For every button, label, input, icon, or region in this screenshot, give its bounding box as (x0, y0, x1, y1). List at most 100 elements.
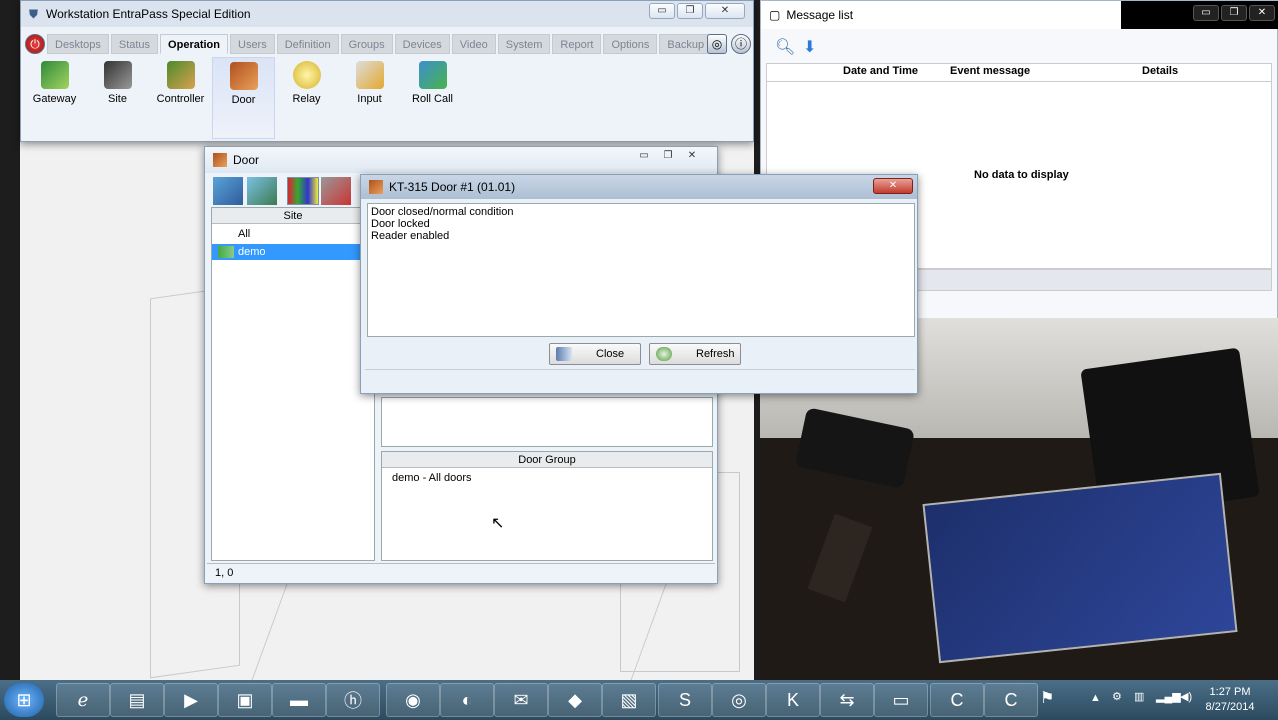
dialog-titlebar[interactable]: KT-315 Door #1 (01.01) ✕ (361, 175, 917, 199)
site-icon (103, 61, 132, 89)
arrow-down-icon[interactable]: ⬇ (803, 37, 816, 57)
tray-expand-icon[interactable]: ▲ (1090, 692, 1101, 704)
app-icon[interactable]: ▭ (874, 683, 928, 717)
info-icon[interactable]: ⓘ (731, 34, 751, 54)
entrapass-main-window: ⛊ Workstation EntraPass Special Edition … (20, 0, 754, 142)
door-group-panel: Door Group demo - All doors (381, 451, 713, 561)
app-icon[interactable]: ▧ (602, 683, 656, 717)
main-titlebar[interactable]: ⛊ Workstation EntraPass Special Edition … (21, 1, 753, 27)
entrapass-taskbar-icon[interactable]: K (766, 683, 820, 717)
tab-status[interactable]: Status (110, 34, 159, 54)
filter-icon[interactable] (321, 177, 351, 205)
door-icon (229, 62, 258, 90)
header-divider (766, 81, 1272, 82)
tab-system[interactable]: System (497, 34, 551, 54)
tool-label: Gateway (32, 93, 77, 105)
teamviewer-icon[interactable]: ⇆ (820, 683, 874, 717)
list-view-icon[interactable] (247, 177, 277, 205)
close-button[interactable]: ✕ (873, 178, 913, 194)
close-dialog-button[interactable]: Close (549, 343, 641, 365)
close-button[interactable]: ✕ (705, 3, 745, 19)
outlook-icon[interactable]: ✉ (494, 683, 548, 717)
tab-options[interactable]: Options (603, 34, 658, 54)
tool-relay[interactable]: Relay (275, 57, 338, 139)
app-icon[interactable]: ▣ (218, 683, 272, 717)
tab-backup[interactable]: Backup (659, 34, 713, 54)
shield-icon: ⛊ (29, 6, 39, 21)
tab-devices[interactable]: Devices (394, 34, 450, 54)
skype-icon[interactable]: S (658, 683, 712, 717)
chrome-icon[interactable]: ◉ (386, 683, 440, 717)
power-icon[interactable]: ⏻ (25, 34, 45, 54)
app-icon[interactable]: ▬ (272, 683, 326, 717)
minimize-button[interactable]: ▭ (1193, 5, 1219, 21)
dialog-status-bar (365, 369, 915, 389)
status-line: Door closed/normal condition (371, 206, 514, 218)
search-icon[interactable]: 🔍︎ (775, 37, 795, 57)
chart-view-icon[interactable] (287, 177, 319, 205)
controller-icon (166, 61, 195, 89)
door-status-dialog: KT-315 Door #1 (01.01) ✕ Door closed/nor… (360, 174, 918, 394)
maximize-button[interactable]: ❐ (677, 3, 703, 19)
tray-icon[interactable]: ▥ (1134, 690, 1144, 703)
tab-groups[interactable]: Groups (340, 34, 393, 54)
tool-roll-call[interactable]: Roll Call (401, 57, 464, 139)
door-titlebar[interactable]: Door ▭ ❐ ✕ (205, 147, 717, 173)
tab-operation[interactable]: Operation (160, 34, 228, 54)
taskbar: ⊞ ℯ ▤ ▶ ▣ ▬ ⓗ ◉ ◐ ✉ ◆ ▧ S ◎ K ⇆ ▭ C C ⚑ … (0, 680, 1278, 720)
firefox-icon[interactable]: ◐ (440, 683, 494, 717)
tool-door[interactable]: Door (212, 57, 275, 139)
network-icon[interactable]: ▂▄▆ (1156, 690, 1181, 703)
internet-explorer-icon[interactable]: ℯ (56, 683, 110, 717)
main-window-title: Workstation EntraPass Special Edition (46, 7, 251, 21)
door-group-item[interactable]: demo - All doors (382, 468, 712, 484)
site-panel: Site All demo (211, 207, 375, 561)
tool-site[interactable]: Site (86, 57, 149, 139)
maximize-button[interactable]: ❐ (1221, 5, 1247, 21)
door-list-panel (381, 397, 713, 447)
site-item-demo[interactable]: demo (212, 244, 374, 260)
app-icon[interactable]: ◎ (712, 683, 766, 717)
help-icon[interactable]: ◎ (707, 34, 727, 54)
tool-label: Roll Call (412, 93, 453, 105)
door-status-bar: 1, 0 (207, 563, 715, 581)
tray-icon[interactable]: ⚙ (1112, 690, 1122, 703)
tab-video[interactable]: Video (451, 34, 496, 54)
camtasia-recorder-icon[interactable]: C (984, 683, 1038, 717)
tool-gateway[interactable]: Gateway (23, 57, 86, 139)
clock-date: 8/27/2014 (1205, 701, 1255, 713)
message-list-title: Message list (786, 8, 854, 22)
tree-view-icon[interactable] (213, 177, 243, 205)
acrobat-icon[interactable]: ◆ (548, 683, 602, 717)
action-center-icon[interactable]: ⚑ (1040, 688, 1054, 708)
site-item-all[interactable]: All (212, 224, 374, 244)
clock[interactable]: 1:27 PM 8/27/2014 (1200, 686, 1260, 713)
maximize-button[interactable]: ❐ (657, 149, 679, 165)
camtasia-icon[interactable]: C (930, 683, 984, 717)
tool-label: Site (108, 93, 127, 105)
minimize-button[interactable]: ▭ (649, 3, 675, 19)
close-button[interactable]: ✕ (1249, 5, 1275, 21)
minimize-button[interactable]: ▭ (633, 149, 655, 165)
titlebar-dark-strip: ▭ ❐ ✕ (1121, 1, 1278, 29)
input-icon (355, 61, 384, 89)
tool-controller[interactable]: Controller (149, 57, 212, 139)
file-explorer-icon[interactable]: ▤ (110, 683, 164, 717)
media-player-icon[interactable]: ▶ (164, 683, 218, 717)
site-header[interactable]: Site (212, 208, 374, 224)
close-button[interactable]: ✕ (681, 149, 703, 165)
start-button[interactable]: ⊞ (4, 683, 44, 717)
tab-definition[interactable]: Definition (276, 34, 339, 54)
status-line: Reader enabled (371, 230, 450, 242)
tab-users[interactable]: Users (230, 34, 275, 54)
tab-report[interactable]: Report (552, 34, 602, 54)
tool-label: Relay (292, 93, 321, 105)
tool-input[interactable]: Input (338, 57, 401, 139)
door-icon (369, 180, 383, 194)
refresh-button[interactable]: Refresh (649, 343, 741, 365)
door-group-header[interactable]: Door Group (382, 452, 712, 468)
volume-icon[interactable]: ◀) (1180, 690, 1192, 703)
window-icon: ▢ (769, 8, 781, 22)
hp-icon[interactable]: ⓗ (326, 683, 380, 717)
tab-desktops[interactable]: Desktops (47, 34, 109, 54)
